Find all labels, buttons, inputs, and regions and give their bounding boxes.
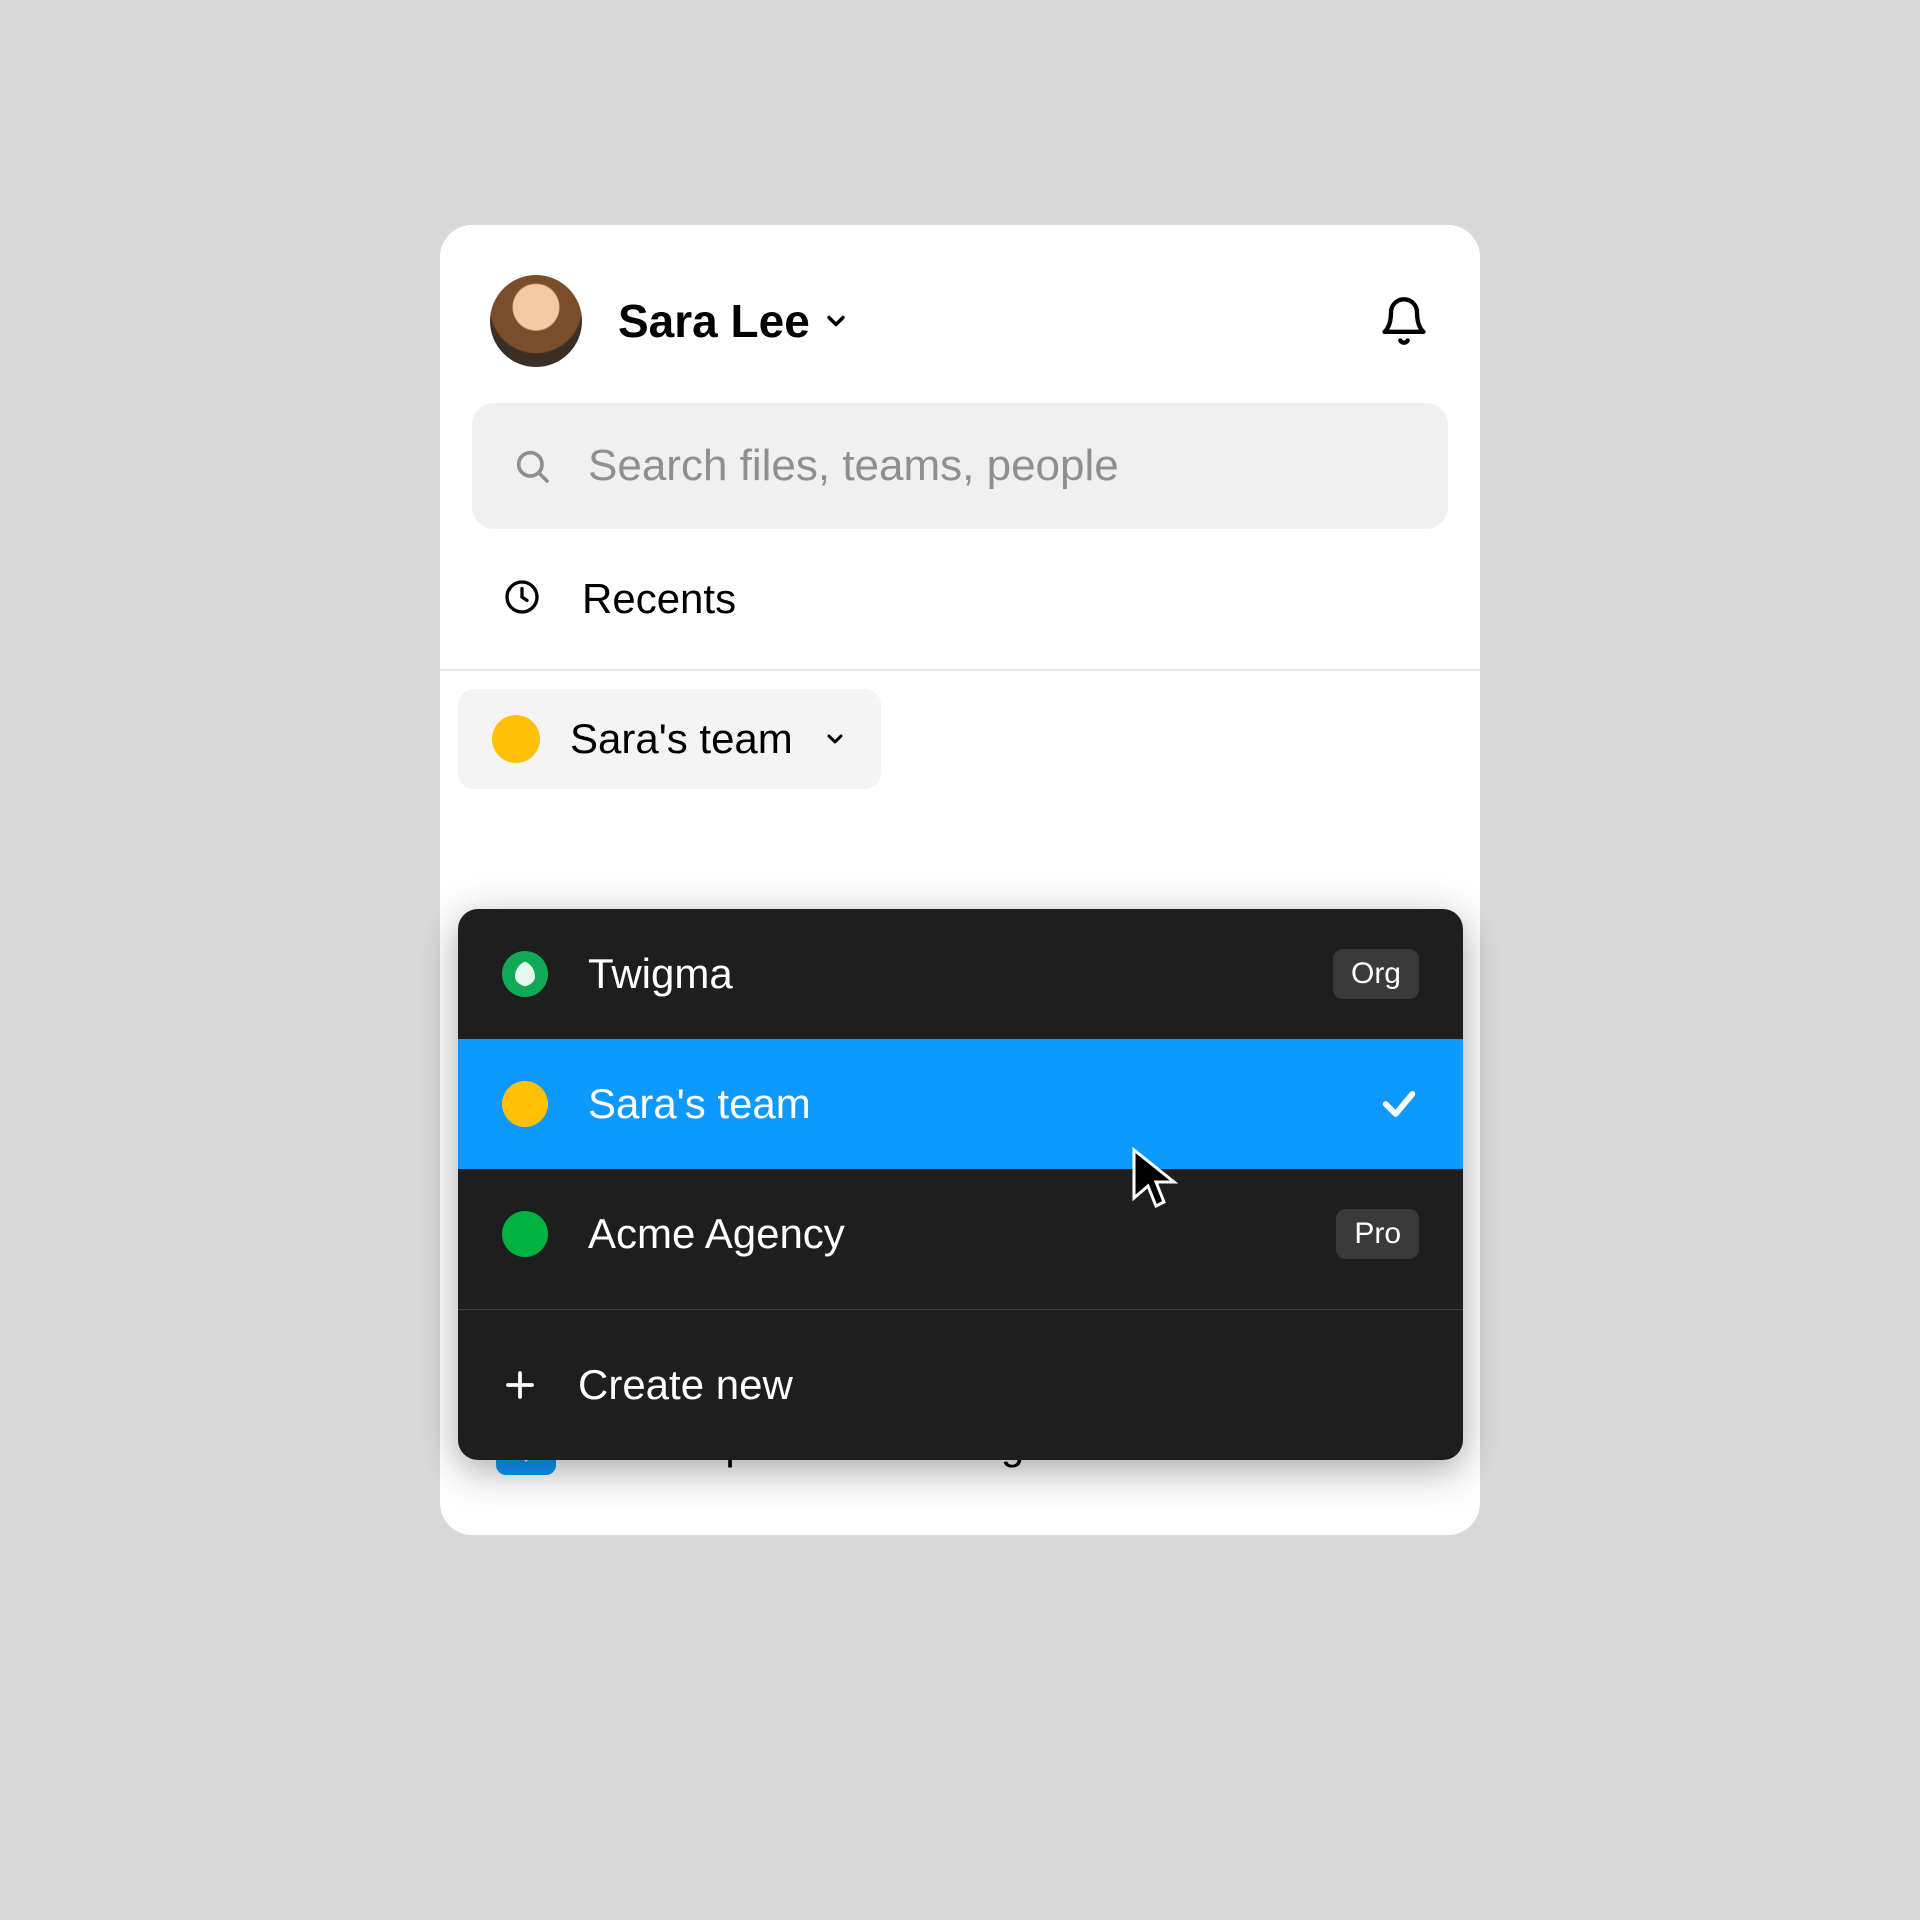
create-new-label: Create new (578, 1361, 1419, 1409)
chevron-down-icon (822, 307, 850, 335)
org-leaf-icon (502, 951, 548, 997)
team-selector[interactable]: Sara's team (458, 689, 881, 789)
avatar[interactable] (490, 275, 582, 367)
nav-recents-label: Recents (582, 575, 736, 623)
team-selector-label: Sara's team (570, 715, 793, 763)
search-bar[interactable] (472, 403, 1448, 529)
team-dot-icon (502, 1211, 548, 1257)
header: Sara Lee (440, 225, 1480, 403)
dropdown-item-label: Sara's team (588, 1080, 1339, 1128)
chevron-down-icon (823, 727, 847, 751)
plan-badge: Org (1333, 949, 1419, 999)
nav-recents[interactable]: Recents (440, 529, 1480, 669)
create-new-team-button[interactable]: Create new (458, 1310, 1463, 1460)
plan-badge: Pro (1336, 1209, 1419, 1259)
team-selector-wrap: Sara's team (440, 671, 1480, 789)
team-dropdown: Twigma Org Sara's team Acme Agency Pro C… (458, 909, 1463, 1460)
search-input[interactable] (588, 441, 1408, 491)
dropdown-item-label: Twigma (588, 950, 1293, 998)
plus-icon (502, 1367, 538, 1403)
team-dot-icon (492, 715, 540, 763)
team-dot-icon (502, 1081, 548, 1127)
dropdown-item-twigma[interactable]: Twigma Org (458, 909, 1463, 1039)
notifications-button[interactable] (1378, 295, 1430, 347)
search-icon (512, 446, 552, 486)
dropdown-item-saras-team[interactable]: Sara's team (458, 1039, 1463, 1169)
account-switcher[interactable]: Sara Lee (618, 294, 850, 348)
user-name: Sara Lee (618, 294, 810, 348)
dropdown-item-acme[interactable]: Acme Agency Pro (458, 1169, 1463, 1299)
check-icon (1379, 1084, 1419, 1124)
sidebar-panel: Sara Lee Recents Sara's team (440, 225, 1480, 1535)
clock-icon (502, 577, 542, 622)
dropdown-item-label: Acme Agency (588, 1210, 1296, 1258)
